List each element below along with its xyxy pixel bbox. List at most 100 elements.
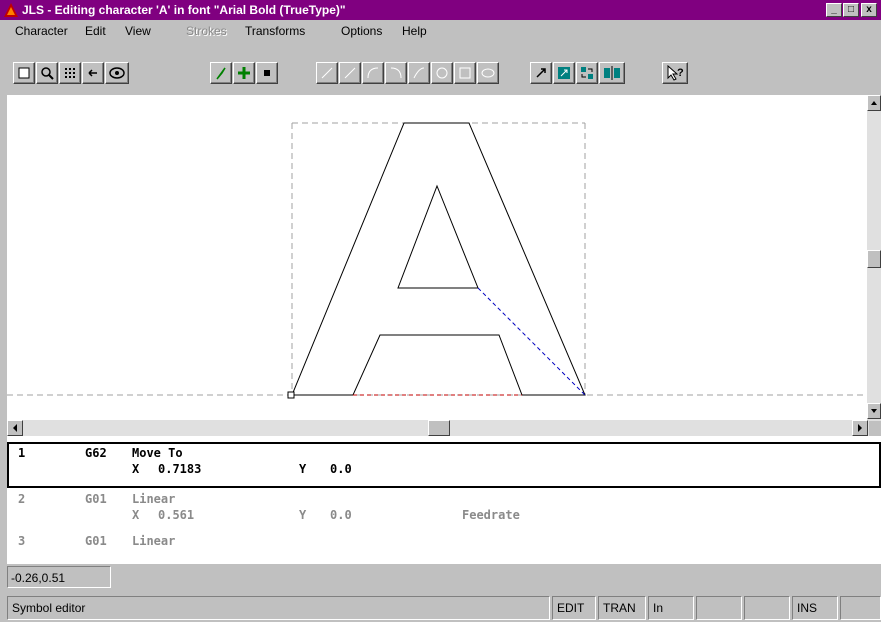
scroll-up-button[interactable]: [867, 95, 881, 111]
fit-icon: [88, 69, 97, 77]
menu-character[interactable]: Character: [15, 24, 68, 38]
curve-button[interactable]: [408, 62, 430, 84]
line-icon: [321, 67, 333, 79]
row-y-label: Y: [299, 462, 307, 476]
maximize-button[interactable]: □: [843, 3, 859, 17]
vertical-scroll-thumb[interactable]: [867, 250, 881, 268]
toolpath-blue: [477, 287, 586, 396]
grid-icon: [65, 68, 75, 78]
pointer-arrow-button[interactable]: [210, 62, 232, 84]
status-ins: INS: [792, 596, 838, 620]
row-feedrate: Feedrate: [462, 508, 520, 522]
row-code: G62: [85, 446, 107, 460]
gcode-list[interactable]: 1 G62 Move To X 0.7183 Y 0.0 2 G01 Linea…: [7, 436, 881, 564]
scroll-left-button[interactable]: [7, 420, 23, 436]
menu-edit[interactable]: Edit: [85, 24, 106, 38]
view-button[interactable]: [105, 62, 129, 84]
status-bar: Symbol editor EDIT TRAN In INS: [0, 596, 881, 622]
glyph-inner-contour: [397, 184, 479, 289]
close-button[interactable]: x: [861, 3, 877, 17]
ellipse-icon: [481, 68, 495, 78]
circle-button[interactable]: [431, 62, 453, 84]
row-number: 1: [18, 446, 26, 460]
window-title: JLS - Editing character 'A' in font "Ari…: [22, 3, 346, 17]
point-icon: [264, 70, 270, 76]
row-y-value: 0.0: [330, 508, 352, 522]
menu-transforms[interactable]: Transforms: [245, 24, 305, 38]
menu-options[interactable]: Options: [341, 24, 382, 38]
gcode-row[interactable]: 2 G01 Linear X 0.561 Y 0.0 Feedrate: [7, 492, 881, 532]
align-icon: [604, 66, 620, 80]
scale-icon: [536, 68, 546, 78]
select-box-button[interactable]: [13, 62, 35, 84]
row-x-label: X: [132, 508, 140, 522]
start-point-marker[interactable]: [287, 391, 295, 399]
select-box-icon: [18, 67, 30, 79]
pointer-arrow-icon: [216, 67, 226, 80]
gcode-row-selected[interactable]: 1 G62 Move To X 0.7183 Y 0.0: [7, 442, 881, 488]
ellipse-button[interactable]: [477, 62, 499, 84]
arrow-right-icon: [858, 424, 862, 432]
arrow-up-icon: [871, 101, 877, 105]
arc-button[interactable]: [362, 62, 384, 84]
add-point-icon: [238, 67, 250, 79]
scroll-down-button[interactable]: [867, 403, 881, 419]
minimize-button[interactable]: _: [826, 3, 842, 17]
status-panel-empty: [696, 596, 742, 620]
toolbar: ?: [0, 42, 881, 94]
row-x-label: X: [132, 462, 140, 476]
arrow-left-icon: [13, 424, 17, 432]
resize-icon: [558, 67, 570, 79]
vertical-scrollbar[interactable]: [867, 95, 881, 421]
arc2-button[interactable]: [385, 62, 407, 84]
align-button[interactable]: [599, 62, 625, 84]
zoom-button[interactable]: [36, 62, 58, 84]
row-code: G01: [85, 534, 107, 548]
glyph-canvas[interactable]: [7, 95, 867, 420]
row-command: Linear: [132, 534, 176, 548]
zoom-icon: [41, 67, 54, 80]
menu-strokes[interactable]: Strokes: [186, 24, 227, 38]
status-panel-empty: [744, 596, 790, 620]
row-y-value: 0.0: [330, 462, 352, 476]
row-number: 3: [18, 534, 26, 548]
row-command: Move To: [132, 446, 183, 460]
row-y-label: Y: [299, 508, 307, 522]
row-code: G01: [85, 492, 107, 506]
status-tran: TRAN: [598, 596, 646, 620]
row-number: 2: [18, 492, 26, 506]
curve-icon: [413, 67, 425, 79]
scroll-right-button[interactable]: [852, 420, 868, 436]
row-x-value: 0.561: [158, 508, 195, 522]
line-button[interactable]: [316, 62, 338, 84]
row-command: Linear: [132, 492, 176, 506]
arc-icon: [367, 67, 379, 79]
add-point-button[interactable]: [233, 62, 255, 84]
menu-help[interactable]: Help: [402, 24, 427, 38]
fit-button[interactable]: [82, 62, 104, 84]
grid-button[interactable]: [59, 62, 81, 84]
help-pointer-icon: ?: [667, 65, 684, 81]
horizontal-scroll-thumb[interactable]: [428, 420, 450, 436]
arc2-icon: [390, 67, 402, 79]
line2-button[interactable]: [339, 62, 361, 84]
line2-icon: [344, 67, 356, 79]
bounding-box: [7, 122, 867, 396]
menu-view[interactable]: View: [125, 24, 151, 38]
help-pointer-button[interactable]: ?: [662, 62, 688, 84]
rect-button[interactable]: [454, 62, 476, 84]
rect-icon: [459, 67, 471, 79]
app-icon: [4, 3, 18, 17]
scale-button[interactable]: [530, 62, 552, 84]
mirror-button[interactable]: [576, 62, 598, 84]
resize-button[interactable]: [553, 62, 575, 84]
menu-bar: Character Edit View Strokes Transforms O…: [0, 20, 881, 42]
cursor-coordinates: -0.26,0.51: [7, 566, 111, 588]
row-x-value: 0.7183: [158, 462, 202, 476]
title-bar: JLS - Editing character 'A' in font "Ari…: [0, 0, 881, 20]
point-button[interactable]: [256, 62, 278, 84]
gcode-row[interactable]: 3 G01 Linear: [7, 534, 881, 564]
horizontal-scrollbar[interactable]: [7, 420, 869, 436]
status-units: In: [648, 596, 694, 620]
status-panel-empty: [840, 596, 881, 620]
